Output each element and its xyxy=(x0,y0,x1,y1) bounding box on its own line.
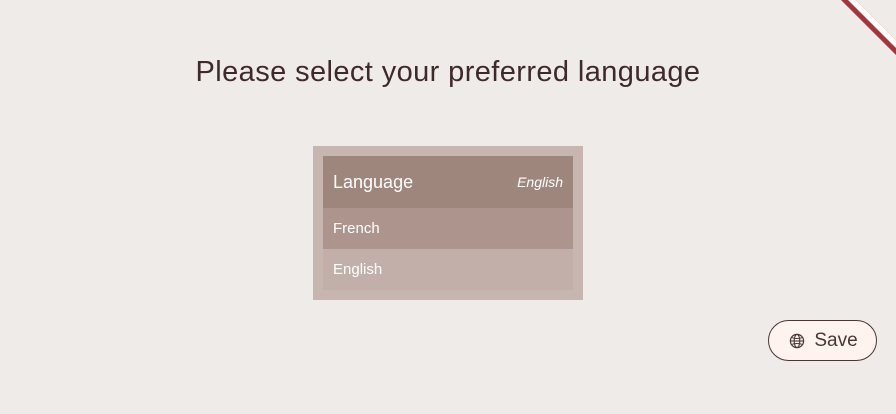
page-title: Please select your preferred language xyxy=(195,56,701,88)
globe-icon xyxy=(789,333,805,349)
language-selector-panel: Language English French English xyxy=(313,146,583,300)
language-selector-header[interactable]: Language English xyxy=(323,156,573,208)
language-option-label: French xyxy=(333,219,380,237)
language-option-english[interactable]: English xyxy=(323,249,573,290)
selected-language-value: English xyxy=(517,174,563,190)
language-option-french[interactable]: French xyxy=(323,208,573,249)
language-option-label: English xyxy=(333,260,383,278)
save-button[interactable]: Save xyxy=(768,320,877,361)
save-button-label: Save xyxy=(814,329,858,351)
language-label: Language xyxy=(333,172,414,192)
corner-ribbon xyxy=(841,0,896,55)
